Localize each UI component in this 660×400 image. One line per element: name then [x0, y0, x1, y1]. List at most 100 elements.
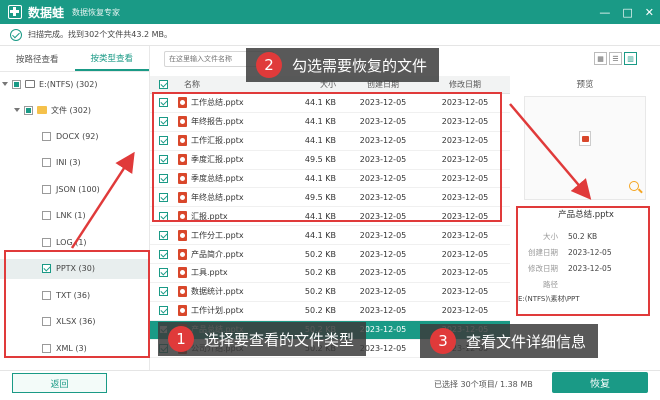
file-name: 数据统计.pptx: [191, 287, 244, 297]
type-checkbox[interactable]: [42, 211, 51, 220]
table-row[interactable]: 工具.pptx 50.2 KB 2023-12-05 2023-12-05: [150, 264, 510, 283]
type-checkbox[interactable]: [42, 158, 51, 167]
file-modified: 2023-12-05: [441, 192, 489, 202]
file-size: 50.2 KB: [304, 249, 336, 259]
type-checkbox[interactable]: [42, 131, 51, 141]
file-name: 汇报.pptx: [191, 211, 228, 221]
file-name: 季度汇报.pptx: [191, 155, 244, 165]
selection-summary: 已选择 30个项目/ 1.38 MB: [434, 380, 533, 389]
ppt-file-icon: [178, 229, 187, 241]
table-row[interactable]: 年终报告.pptx 44.1 KB 2023-12-05 2023-12-05: [150, 113, 510, 132]
restore-button[interactable]: 恢复: [552, 372, 648, 393]
detail-size: 50.2 KB: [568, 231, 598, 241]
chevron-down-icon[interactable]: [14, 108, 20, 112]
detail-view-icon[interactable]: ▥: [624, 52, 637, 65]
row-checkbox[interactable]: [158, 306, 168, 316]
tree-item-drive[interactable]: E:(NTFS) (302): [2, 74, 148, 94]
close-icon[interactable]: ✕: [645, 6, 654, 19]
file-name: 工作汇报.pptx: [191, 136, 244, 146]
folder-icon: [37, 106, 47, 114]
type-checkbox[interactable]: [42, 290, 51, 300]
title-bar: 数据蛙 数据恢复专家 — □ ✕: [0, 0, 660, 24]
maximize-icon[interactable]: □: [622, 6, 632, 19]
tab-by-type[interactable]: 按类型查看: [74, 46, 149, 71]
view-mode-tabs: 按路径查看 按类型查看: [0, 46, 149, 72]
table-row[interactable]: 工作汇报.pptx 44.1 KB 2023-12-05 2023-12-05: [150, 132, 510, 151]
row-checkbox[interactable]: [158, 136, 168, 146]
tree-item-type[interactable]: XML (3): [0, 338, 150, 358]
file-created: 2023-12-05: [359, 155, 407, 165]
file-size: 44.1 KB: [304, 211, 336, 221]
window-controls: — □ ✕: [599, 0, 654, 24]
row-checkbox[interactable]: [158, 192, 168, 202]
row-checkbox[interactable]: [158, 117, 168, 127]
scan-status-text: 扫描完成。找到302个文件共43.2 MB。: [28, 30, 173, 39]
row-checkbox[interactable]: [158, 249, 168, 259]
list-view-icon[interactable]: ☰: [609, 52, 622, 65]
ppt-file-icon: [178, 97, 187, 109]
table-row[interactable]: 工作计划.pptx 50.2 KB 2023-12-05 2023-12-05: [150, 302, 510, 321]
folder-checkbox[interactable]: [24, 105, 33, 115]
table-row[interactable]: 季度总结.pptx 44.1 KB 2023-12-05 2023-12-05: [150, 170, 510, 189]
file-name: 工作总结.pptx: [191, 98, 244, 108]
table-row[interactable]: 季度汇报.pptx 49.5 KB 2023-12-05 2023-12-05: [150, 151, 510, 170]
tree-item-type[interactable]: XLSX (36): [0, 312, 150, 332]
drive-icon: [25, 80, 35, 88]
tree-item-type-label: XML (3): [56, 343, 87, 353]
table-row[interactable]: 工作总结.pptx 44.1 KB 2023-12-05 2023-12-05: [150, 94, 510, 113]
grid-view-icon[interactable]: ▦: [594, 52, 607, 65]
row-checkbox[interactable]: [158, 230, 168, 240]
table-row[interactable]: 数据统计.pptx 50.2 KB 2023-12-05 2023-12-05: [150, 283, 510, 302]
file-name: 工具.pptx: [191, 268, 228, 278]
table-row[interactable]: 年终总结.pptx 49.5 KB 2023-12-05 2023-12-05: [150, 188, 510, 208]
row-checkbox[interactable]: [158, 211, 168, 221]
file-modified: 2023-12-05: [441, 211, 489, 221]
file-size: 44.1 KB: [304, 174, 336, 183]
left-panel: 按路径查看 按类型查看 E:(NTFS) (302) 文件 (302) DOCX…: [0, 46, 150, 370]
file-created: 2023-12-05: [359, 117, 407, 127]
tree-item-type[interactable]: JSON (100): [0, 179, 150, 199]
file-size: 50.2 KB: [304, 306, 336, 316]
zoom-icon[interactable]: [629, 181, 639, 191]
type-checkbox[interactable]: [42, 237, 51, 247]
row-checkbox[interactable]: [158, 155, 168, 165]
file-modified: 2023-12-05: [441, 136, 489, 146]
minimize-icon[interactable]: —: [599, 6, 610, 19]
ppt-file-icon: [178, 191, 187, 203]
callout-2-text: 勾选需要恢复的文件: [292, 56, 428, 75]
table-row[interactable]: 汇报.pptx 44.1 KB 2023-12-05 2023-12-05: [150, 207, 510, 227]
chevron-down-icon[interactable]: [2, 82, 8, 86]
table-row[interactable]: 产品简介.pptx 50.2 KB 2023-12-05 2023-12-05: [150, 245, 510, 265]
row-checkbox[interactable]: [158, 174, 168, 183]
detail-created-label: 创建日期: [528, 247, 558, 257]
tree-item-type-label: LOG (1): [56, 237, 87, 247]
drive-checkbox[interactable]: [12, 79, 21, 89]
tree-item-type[interactable]: LNK (1): [0, 206, 150, 226]
tree-item-type[interactable]: TXT (36): [0, 285, 150, 305]
callout-2: 2 勾选需要恢复的文件: [246, 48, 440, 82]
type-checkbox[interactable]: [42, 343, 51, 353]
row-checkbox[interactable]: [158, 98, 168, 108]
tree-item-type[interactable]: LOG (1): [0, 232, 150, 252]
tab-by-path[interactable]: 按路径查看: [0, 46, 75, 71]
row-checkbox[interactable]: [158, 268, 168, 278]
select-all-checkbox[interactable]: [158, 80, 168, 89]
table-row[interactable]: 工作分工.pptx 44.1 KB 2023-12-05 2023-12-05: [150, 226, 510, 246]
back-button[interactable]: 返回: [12, 373, 107, 393]
type-checkbox[interactable]: [42, 317, 51, 326]
ppt-file-icon: [178, 135, 187, 147]
row-checkbox[interactable]: [158, 287, 168, 297]
type-checkbox[interactable]: [42, 264, 51, 273]
tree-item-type[interactable]: DOCX (92): [0, 126, 150, 146]
tree-item-type[interactable]: PPTX (30): [0, 258, 150, 279]
type-checkbox[interactable]: [42, 184, 51, 194]
tree-item-drive-label: E:(NTFS) (302): [39, 79, 98, 89]
file-name: 产品简介.pptx: [191, 249, 244, 259]
tree-item-type[interactable]: INI (3): [0, 153, 150, 173]
file-created: 2023-12-05: [359, 306, 407, 316]
detail-path: E:(NTFS)\素材\PPT: [518, 295, 580, 303]
tree-item-folder[interactable]: 文件 (302): [14, 100, 148, 120]
file-created: 2023-12-05: [359, 136, 407, 146]
tree-item-type-label: DOCX (92): [56, 131, 99, 141]
ppt-file-icon: [178, 210, 187, 222]
